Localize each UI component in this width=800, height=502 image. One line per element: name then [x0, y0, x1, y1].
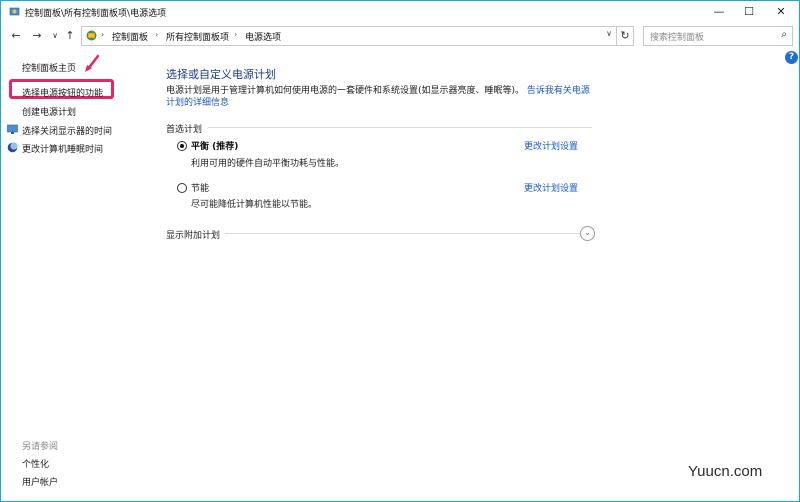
- breadcrumb-control-panel[interactable]: 控制面板: [112, 30, 148, 43]
- pointer-arrow-annotation: [85, 54, 100, 72]
- breadcrumb-power-options[interactable]: 电源选项: [245, 30, 281, 43]
- see-also-user-accounts[interactable]: 用户帐户: [22, 475, 58, 488]
- title-bar: 控制面板\所有控制面板项\电源选项 — ☐ ✕: [1, 1, 799, 23]
- close-button[interactable]: ✕: [763, 1, 799, 23]
- maximize-button[interactable]: ☐: [731, 1, 767, 23]
- sidebar-item-create-plan[interactable]: 创建电源计划: [22, 105, 76, 118]
- address-dropdown-icon[interactable]: ∨: [606, 29, 612, 38]
- breadcrumb-all-items[interactable]: 所有控制面板项: [166, 30, 229, 43]
- description-text: 电源计划是用于管理计算机如何使用电源的一套硬件和系统设置(如显示器亮度、睡眠等)…: [166, 86, 525, 96]
- window-title: 控制面板\所有控制面板项\电源选项: [25, 9, 167, 19]
- see-also-heading: 另请参阅: [22, 442, 59, 452]
- change-plan-settings-power-saver[interactable]: 更改计划设置: [524, 181, 578, 194]
- sidebar-item-home[interactable]: 控制面板主页: [22, 61, 76, 74]
- control-panel-location-icon: [86, 30, 97, 41]
- help-icon[interactable]: ?: [785, 51, 798, 64]
- show-additional-plans-label[interactable]: 显示附加计划: [166, 228, 220, 241]
- forward-button[interactable]: →: [30, 28, 44, 44]
- watermark: Yuucn.com: [688, 463, 763, 480]
- page-title: 选择或自定义电源计划: [166, 68, 276, 81]
- search-input[interactable]: 搜索控制面板: [650, 30, 704, 43]
- change-plan-settings-balanced[interactable]: 更改计划设置: [524, 139, 578, 152]
- refresh-button[interactable]: ↻: [617, 26, 634, 46]
- back-button[interactable]: ←: [9, 28, 23, 44]
- see-also-personalization[interactable]: 个性化: [22, 457, 49, 470]
- search-icon[interactable]: ⌕: [781, 29, 787, 40]
- breadcrumb-separator[interactable]: ›: [234, 30, 237, 39]
- divider: [225, 233, 580, 234]
- plan-name-power-saver[interactable]: 节能: [191, 181, 209, 194]
- plan-description-balanced: 利用可用的硬件自动平衡功耗与性能。: [191, 159, 345, 169]
- sidebar-item-sleep-time[interactable]: 更改计算机睡眠时间: [22, 142, 103, 155]
- monitor-icon: [7, 124, 18, 134]
- search-box[interactable]: 搜索控制面板 ⌕: [643, 26, 793, 46]
- navigation-bar: ← → ∨ ↑ › 控制面板 › 所有控制面板项 › 电源选项 ∨ ↻ 搜索控制…: [1, 25, 799, 47]
- moon-icon: [7, 142, 18, 153]
- plan-description-power-saver: 尽可能降低计算机性能以节能。: [191, 200, 318, 210]
- window-frame: [0, 0, 800, 502]
- preferred-plans-label: 首选计划: [166, 125, 203, 135]
- plan-radio-balanced[interactable]: [177, 141, 187, 151]
- divider: [208, 127, 592, 128]
- recent-locations-button[interactable]: ∨: [48, 28, 62, 44]
- sidebar-item-power-buttons[interactable]: 选择电源按钮的功能: [22, 86, 103, 99]
- plan-radio-power-saver[interactable]: [177, 183, 187, 193]
- control-panel-icon: [9, 7, 20, 16]
- up-button[interactable]: ↑: [63, 28, 77, 44]
- plan-name-balanced[interactable]: 平衡 (推荐): [191, 139, 238, 152]
- page-description: 电源计划是用于管理计算机如何使用电源的一套硬件和系统设置(如显示器亮度、睡眠等)…: [166, 85, 596, 109]
- address-bar[interactable]: › 控制面板 › 所有控制面板项 › 电源选项 ∨: [81, 26, 617, 46]
- breadcrumb-separator: ›: [101, 30, 105, 39]
- expand-chevron-icon[interactable]: ⌄: [580, 226, 595, 241]
- breadcrumb-separator[interactable]: ›: [155, 30, 158, 39]
- sidebar-item-display-off[interactable]: 选择关闭显示器的时间: [22, 124, 112, 137]
